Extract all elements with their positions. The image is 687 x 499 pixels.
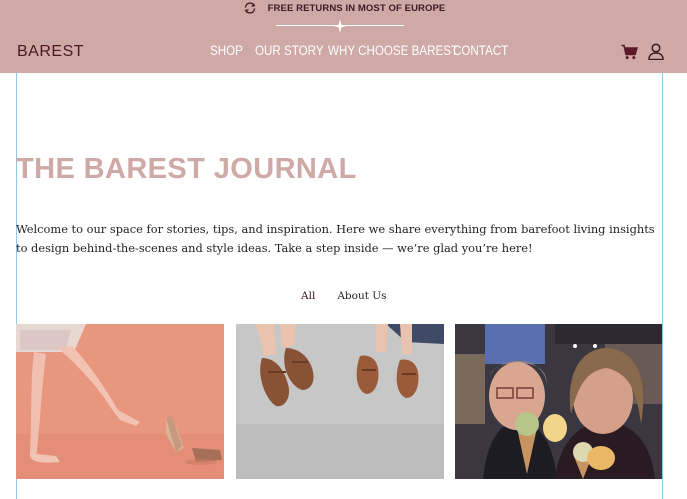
brand-logo[interactable]: BAREST — [17, 43, 84, 61]
nav-why-choose-barest[interactable]: WHY CHOOSE BAREST — [328, 43, 458, 58]
main-nav: SHOP OUR STORY WHY CHOOSE BAREST CONTACT — [210, 43, 513, 58]
filter-all[interactable]: All — [301, 290, 315, 302]
site-header: FREE RETURNS IN MOST OF EUROPE BAREST SH… — [0, 0, 687, 73]
refresh-icon — [242, 0, 258, 16]
page-title: THE BAREST JOURNAL — [16, 153, 357, 185]
post-image-sandals[interactable] — [236, 324, 444, 479]
cart-icon[interactable] — [621, 44, 639, 60]
nav-contact[interactable]: CONTACT — [453, 43, 508, 58]
promo-text: FREE RETURNS IN MOST OF EUROPE — [267, 2, 446, 14]
sparkle-icon — [334, 18, 346, 33]
category-filters: All About Us — [301, 290, 387, 302]
user-icon[interactable] — [648, 43, 664, 61]
nav-our-story[interactable]: OUR STORY — [255, 43, 324, 58]
post-image-legs-shoes[interactable] — [16, 324, 224, 479]
post-image-ice-cream[interactable] — [455, 324, 662, 479]
promo-bar: FREE RETURNS IN MOST OF EUROPE — [0, 0, 687, 16]
filter-about-us[interactable]: About Us — [337, 290, 386, 302]
intro-text: Welcome to our space for stories, tips, … — [16, 222, 655, 255]
nav-shop[interactable]: SHOP — [210, 43, 249, 58]
